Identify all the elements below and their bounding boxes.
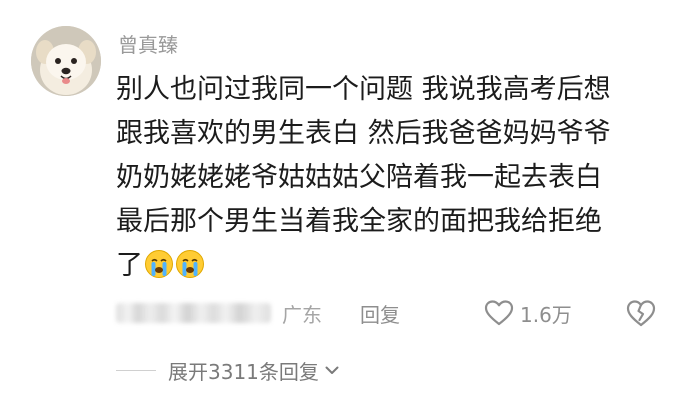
blurred-timestamp [116, 303, 271, 323]
comment-line: 别人也问过我同一个问题 我说我高考后想 [116, 74, 611, 105]
dog-avatar-image [31, 26, 101, 96]
crying-face-emoji-icon [176, 250, 204, 278]
comment-text: 别人也问过我同一个问题 我说我高考后想 跟我喜欢的男生表白 然后我爸爸妈妈爷爷 … [116, 68, 666, 288]
like-button[interactable]: 1.6万 [484, 296, 572, 330]
comment-meta-row: 广东 回复 1.6万 [116, 296, 676, 330]
comment-line: 最后那个男生当着我全家的面把我给拒绝 [116, 206, 602, 237]
reply-button[interactable]: 回复 [360, 299, 400, 328]
broken-heart-icon[interactable] [624, 296, 658, 330]
comment-line: 奶奶姥姥姥爷姑姑姑父陪着我一起去表白 [116, 162, 602, 193]
comment-line: 了 [116, 250, 143, 281]
heart-outline-icon [484, 300, 514, 326]
comment-line: 跟我喜欢的男生表白 然后我爸爸妈妈爷爷 [116, 118, 611, 149]
like-count: 1.6万 [520, 302, 572, 327]
ip-location: 广东 [282, 303, 322, 327]
author-name[interactable]: 曾真臻 [118, 32, 178, 58]
expand-replies-label[interactable]: 展开3311条回复 [168, 356, 319, 385]
expand-divider [116, 369, 156, 371]
expand-replies[interactable]: 展开3311条回复 [116, 355, 341, 385]
chevron-down-icon[interactable] [323, 361, 341, 379]
avatar[interactable] [31, 26, 101, 96]
crying-face-emoji-icon [145, 250, 173, 278]
comment-card: 曾真臻 别人也问过我同一个问题 我说我高考后想 跟我喜欢的男生表白 然后我爸爸妈… [0, 0, 690, 400]
comment-last-line: 了 [116, 244, 666, 288]
